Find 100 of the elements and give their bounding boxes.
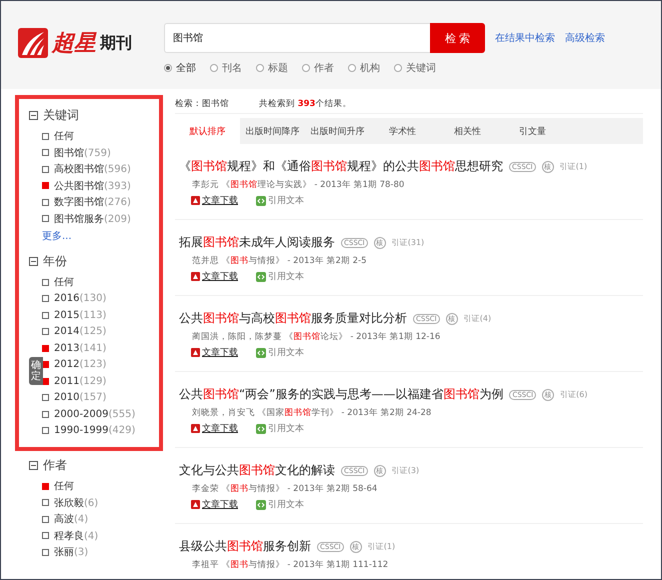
filter-option[interactable]: 程孝良(4) <box>54 528 98 543</box>
radio-button[interactable] <box>394 64 402 72</box>
radio-button[interactable] <box>210 64 218 72</box>
sort-tab[interactable]: 出版时间降序 <box>240 118 305 144</box>
article-meta: 刘晓景，肖安飞 《国家图书馆学刊》 - 2013年 第2期 24-28 <box>191 406 432 419</box>
article-title[interactable]: 文化与公共图书馆文化的解读 <box>179 462 335 479</box>
search-button[interactable]: 检 索 <box>430 23 485 53</box>
filter-option[interactable]: 2013(141) <box>54 342 106 354</box>
code-icon <box>256 348 266 358</box>
download-link[interactable]: 文章下载 <box>191 194 238 207</box>
document-icon <box>191 424 200 433</box>
article-meta: 蔺国洪，陈阳，陈梦蔓 《图书馆论坛》 - 2013年 第1期 12-16 <box>191 331 442 343</box>
checkbox[interactable] <box>42 532 49 540</box>
document-icon <box>191 348 200 357</box>
cite-link[interactable]: 引用文本 <box>256 498 304 511</box>
radio-button[interactable] <box>348 64 356 72</box>
filter-option[interactable]: 2014(125) <box>54 326 106 338</box>
checkbox[interactable] <box>42 410 49 418</box>
article-title[interactable]: 县级公共图书馆服务创新 <box>179 538 311 555</box>
filter-option[interactable]: 任何 <box>54 479 74 494</box>
filter-option[interactable]: 2000-2009(555) <box>54 408 136 420</box>
filter-option[interactable]: 图书馆服务(209) <box>54 212 131 226</box>
logo-icon <box>18 28 48 58</box>
article-title[interactable]: 《图书馆规程》和《通俗图书馆规程》的公共图书馆思想研究 <box>179 158 503 175</box>
cite-link[interactable]: 引用文本 <box>256 346 304 359</box>
radio-label[interactable]: 刊名 <box>222 61 242 75</box>
download-link[interactable]: 文章下载 <box>191 422 238 435</box>
cite-link[interactable]: 引用文本 <box>256 270 304 283</box>
download-link[interactable]: 文章下载 <box>191 346 238 359</box>
code-icon <box>256 196 266 206</box>
filter-option[interactable]: 2016(130) <box>54 293 106 304</box>
checkbox[interactable] <box>42 516 49 523</box>
filter-option[interactable]: 2010(157) <box>54 392 106 404</box>
code-icon <box>256 500 266 510</box>
sort-tab[interactable]: 相关性 <box>435 118 500 144</box>
checkbox[interactable] <box>42 166 49 173</box>
checkbox[interactable] <box>42 295 49 302</box>
checkbox[interactable] <box>42 149 49 156</box>
checkbox[interactable] <box>42 394 49 402</box>
filter-option[interactable]: 1990-1999(429) <box>54 425 136 436</box>
query-label: 检索：图书馆 <box>175 98 229 110</box>
document-icon <box>191 196 200 205</box>
checkbox[interactable] <box>42 482 49 490</box>
checkbox[interactable] <box>42 182 49 190</box>
article-meta: 李金荣 《图书与情报》 - 2013年 第2期 58-64 <box>191 483 378 495</box>
radio-label[interactable]: 机构 <box>360 61 380 75</box>
checkbox[interactable] <box>42 215 49 222</box>
checkbox[interactable] <box>42 427 49 434</box>
collapse-icon[interactable] <box>29 460 38 470</box>
checkbox[interactable] <box>42 132 49 140</box>
checkbox[interactable] <box>42 328 49 336</box>
radio-label[interactable]: 作者 <box>314 61 334 75</box>
cite-link[interactable]: 引用文本 <box>256 194 304 207</box>
article-meta: 李祖平 《图书与情报》 - 2013年 第1期 111-112 <box>191 559 390 571</box>
document-icon <box>191 500 200 509</box>
download-link[interactable]: 文章下载 <box>191 498 238 511</box>
checkbox[interactable] <box>42 312 49 319</box>
filter-heading: 年份 <box>43 252 67 270</box>
filter-option[interactable]: 2015(113) <box>54 310 106 321</box>
filter-option[interactable]: 高校图书馆(596) <box>54 162 131 176</box>
sort-tab[interactable]: 出版时间升序 <box>305 118 370 144</box>
sort-tab[interactable]: 默认排序 <box>175 118 240 144</box>
radio-label[interactable]: 标题 <box>268 61 288 75</box>
search-link[interactable]: 高级检索 <box>565 31 605 45</box>
confirm-tab[interactable]: 确定 <box>29 357 43 385</box>
cite-link[interactable]: 引用文本 <box>256 422 304 435</box>
radio-label[interactable]: 全部 <box>176 61 196 75</box>
filter-option[interactable]: 2011(129) <box>54 376 106 387</box>
radio-button[interactable] <box>164 64 172 72</box>
filter-option[interactable]: 任何 <box>54 129 74 144</box>
checkbox[interactable] <box>42 344 49 352</box>
radio-button[interactable] <box>256 64 264 72</box>
checkbox[interactable] <box>42 548 49 556</box>
checkbox[interactable] <box>42 499 49 506</box>
sort-tab[interactable]: 学术性 <box>370 118 435 144</box>
filter-option[interactable]: 2012(123) <box>54 359 106 370</box>
more-link[interactable]: 更多... <box>29 227 159 247</box>
search-link[interactable]: 在结果中检索 <box>495 31 555 45</box>
filter-option[interactable]: 任何 <box>54 275 74 290</box>
filter-option[interactable]: 公共图书馆(393) <box>54 178 131 193</box>
download-link[interactable]: 文章下载 <box>191 270 238 283</box>
radio-button[interactable] <box>302 64 310 72</box>
radio-label[interactable]: 关键词 <box>406 61 436 75</box>
checkbox[interactable] <box>42 278 49 286</box>
filter-option[interactable]: 数字图书馆(276) <box>54 195 131 210</box>
article-title[interactable]: 拓展图书馆未成年人阅读服务 <box>179 234 335 251</box>
collapse-icon[interactable] <box>29 256 38 266</box>
filter-option[interactable]: 张欣毅(6) <box>54 496 98 510</box>
article-title[interactable]: 公共图书馆“两会”服务的实践与思考——以福建省图书馆为例 <box>179 386 504 403</box>
filter-option[interactable]: 张丽(3) <box>54 545 88 560</box>
filter-option[interactable]: 高波(4) <box>54 512 88 526</box>
search-field[interactable]: 图书馆 <box>164 23 430 53</box>
checkbox[interactable] <box>42 198 49 206</box>
filter-option[interactable]: 图书馆(759) <box>54 146 111 160</box>
article-meta: 李彭元 《图书馆理论与实践》 - 2013年 第1期 78-80 <box>191 179 406 191</box>
article-title[interactable]: 公共图书馆与高校图书馆服务质量对比分析 <box>179 310 407 327</box>
collapse-icon[interactable] <box>29 110 38 120</box>
logo-text: 期刊 <box>100 32 132 54</box>
article-meta: 范并思 《图书与情报》 - 2013年 第2期 2-5 <box>191 255 368 267</box>
sort-tab[interactable]: 引文量 <box>500 118 565 144</box>
